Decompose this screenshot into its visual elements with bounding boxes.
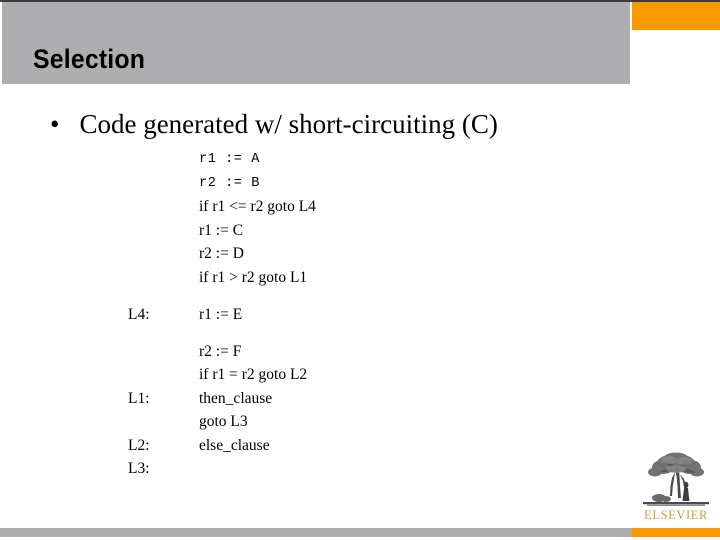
code-line-text: then_clause <box>199 389 273 407</box>
code-line-text: if r1 <= r2 goto L4 <box>199 198 316 215</box>
bullet-marker-icon: • <box>50 109 60 139</box>
code-line-label: L2: <box>128 436 150 454</box>
elsevier-wordmark: ELSEVIER <box>644 508 708 522</box>
code-line-text: else_clause <box>199 436 270 454</box>
code-line-text: if r1 = r2 goto L2 <box>199 366 308 383</box>
code-line: L2: else_clause <box>0 434 720 458</box>
code-line: if r1 <= r2 goto L4 <box>0 195 720 219</box>
bullet-item: • Code generated w/ short-circuiting (C) <box>50 107 670 141</box>
accent-block-top-right <box>632 2 720 30</box>
footer-bar-orange <box>632 528 720 537</box>
elsevier-logo: ELSEVIER <box>639 452 713 524</box>
footer-bar-gray <box>0 528 632 537</box>
code-line: L4: r1 := E <box>0 303 720 340</box>
page-title: Selection <box>33 44 146 74</box>
bullet-item-label: Code generated w/ short-circuiting (C) <box>79 109 498 139</box>
code-line: r2 := B <box>0 172 720 196</box>
code-line-text: r2 := D <box>199 245 244 262</box>
code-line: r2 := F <box>0 340 720 364</box>
code-line-text: r1 := A <box>199 152 260 167</box>
code-line: r1 := A <box>0 148 720 172</box>
code-line-text: r2 := F <box>199 342 242 360</box>
code-line: if r1 = r2 goto L2 <box>0 363 720 387</box>
code-line: L1: then_clause <box>0 387 720 411</box>
code-line-label: L3: <box>128 460 150 477</box>
code-listing: r1 := A r2 := B if r1 <= r2 goto L4 r1 := C… <box>0 148 720 481</box>
code-line-text: goto L3 <box>199 413 248 430</box>
code-line-label: L1: <box>128 389 150 407</box>
code-line: if r1 > r2 goto L1 <box>0 266 720 303</box>
code-line-text: if r1 > r2 goto L1 <box>199 268 308 286</box>
code-line: goto L3 <box>0 410 720 434</box>
slide-canvas: Selection • Code generated w/ short-circ… <box>0 0 720 540</box>
code-line-text: r1 := E <box>199 305 243 323</box>
code-line: r2 := D <box>0 242 720 266</box>
code-line: L3: <box>0 457 720 481</box>
elsevier-tree-icon <box>643 452 709 506</box>
code-line-label: L4: <box>128 305 150 323</box>
code-line-text: r2 := B <box>199 175 260 191</box>
code-line: r1 := C <box>0 219 720 243</box>
code-line-text: r1 := C <box>199 221 244 239</box>
